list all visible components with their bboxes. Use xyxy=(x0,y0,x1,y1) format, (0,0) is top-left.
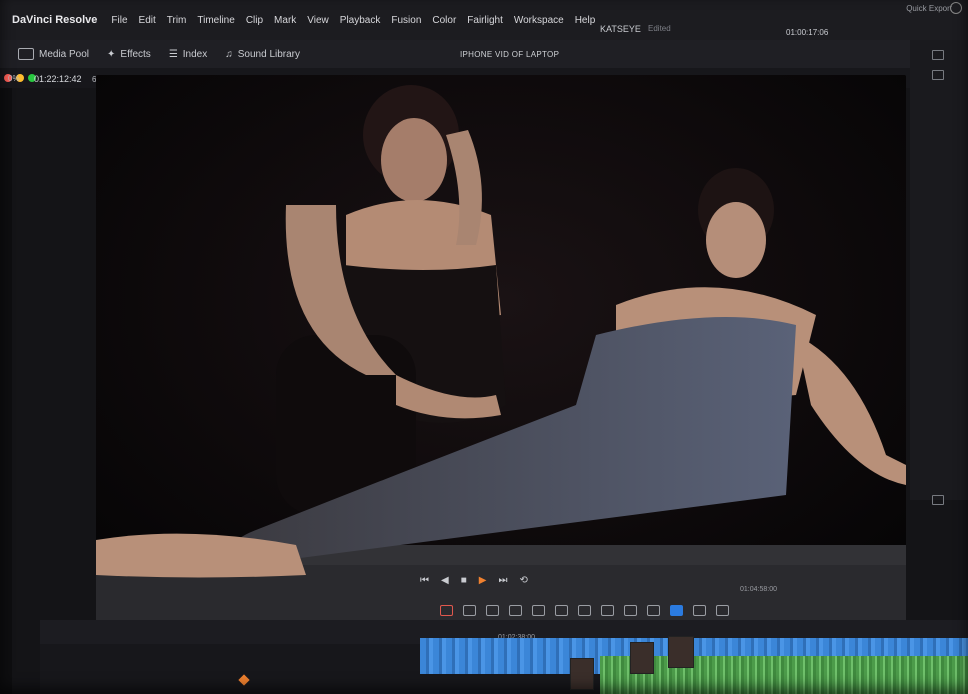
list-icon: ☰ xyxy=(168,48,178,60)
sound-library-button[interactable]: ♫ Sound Library xyxy=(225,49,300,60)
flag-icon[interactable] xyxy=(670,604,683,616)
snapping-icon[interactable] xyxy=(601,604,614,616)
clip-thumbnail[interactable] xyxy=(668,636,694,668)
panel-icon[interactable] xyxy=(932,70,944,80)
index-label: Index xyxy=(182,48,208,60)
index-button[interactable]: ☰ Index xyxy=(169,49,207,60)
timeline[interactable]: 01:02:38:00 01:04:58:00 xyxy=(40,586,968,694)
menu-file[interactable]: File xyxy=(111,15,127,26)
project-status: Edited xyxy=(648,24,671,33)
inspector-panel-edge xyxy=(910,40,968,505)
clip-title: IPHONE VID OF LAPTOP xyxy=(460,50,560,59)
menu-view[interactable]: View xyxy=(307,15,329,26)
music-icon: ♫ xyxy=(225,48,233,60)
monitor-bezel xyxy=(0,88,12,694)
selection-tool-icon[interactable] xyxy=(440,604,453,616)
effects-icon: ✦ xyxy=(107,48,116,60)
effects-button[interactable]: ✦ Effects xyxy=(107,49,151,60)
menu-fusion[interactable]: Fusion xyxy=(391,15,421,26)
jump-end-icon[interactable]: ⏭ xyxy=(498,575,507,586)
menu-mark[interactable]: Mark xyxy=(274,15,296,26)
app-name[interactable]: DaVinci Resolve xyxy=(12,14,97,26)
menu-clip[interactable]: Clip xyxy=(246,15,263,26)
jump-start-icon[interactable]: ⏮ xyxy=(420,575,429,586)
stop-icon[interactable]: ■ xyxy=(461,575,467,586)
video-frame-image xyxy=(96,75,906,640)
menu-edit[interactable]: Edit xyxy=(139,15,156,26)
panel-icon[interactable] xyxy=(932,50,944,60)
menu-timeline[interactable]: Timeline xyxy=(197,15,234,26)
play-icon[interactable]: ▶ xyxy=(479,575,487,586)
viewer-timecode: 01:00:17:06 xyxy=(786,28,829,37)
zoom-level[interactable]: 0% xyxy=(8,74,20,83)
rewind-icon[interactable]: ◀ xyxy=(441,575,449,586)
menu-workspace[interactable]: Workspace xyxy=(514,15,564,26)
timeline-timecode: 01:22:12:42 xyxy=(34,74,82,84)
dynamic-trim-icon[interactable] xyxy=(486,604,499,616)
media-pool-button[interactable]: Media Pool xyxy=(18,48,89,60)
media-pool-icon xyxy=(18,48,34,60)
resolve-window: DaVinci Resolve File Edit Trim Timeline … xyxy=(0,0,968,694)
menu-trim[interactable]: Trim xyxy=(167,15,187,26)
sound-library-label: Sound Library xyxy=(237,48,301,60)
quick-export-button[interactable]: Quick Export xyxy=(906,4,952,13)
media-pool-label: Media Pool xyxy=(39,48,90,60)
insert-clip-icon[interactable] xyxy=(532,604,545,616)
edit-toolbar xyxy=(440,600,880,620)
clip-thumbnail[interactable] xyxy=(630,642,654,674)
menu-color[interactable]: Color xyxy=(432,15,456,26)
menu-help[interactable]: Help xyxy=(575,15,596,26)
clip-thumbnail[interactable] xyxy=(570,658,594,690)
project-name: KATSEYE xyxy=(600,24,641,34)
toolbar: Media Pool ✦ Effects ☰ Index ♫ Sound Lib… xyxy=(0,24,968,68)
gear-icon[interactable] xyxy=(950,2,962,14)
menu-fairlight[interactable]: Fairlight xyxy=(467,15,503,26)
replace-clip-icon[interactable] xyxy=(578,604,591,616)
ruler-timecode: 01:04:58:00 xyxy=(740,586,777,593)
playhead[interactable] xyxy=(238,674,250,686)
panel-icon[interactable] xyxy=(932,495,944,505)
menu-playback[interactable]: Playback xyxy=(340,15,381,26)
marker-icon[interactable] xyxy=(693,604,706,616)
zoom-icon[interactable] xyxy=(716,604,729,616)
audio-track[interactable] xyxy=(600,656,968,694)
effects-label: Effects xyxy=(120,48,151,60)
loop-icon[interactable]: ⟲ xyxy=(519,575,527,586)
position-lock-icon[interactable] xyxy=(647,604,660,616)
blade-tool-icon[interactable] xyxy=(509,604,522,616)
video-viewer[interactable] xyxy=(96,75,906,640)
linked-selection-icon[interactable] xyxy=(624,604,637,616)
trim-tool-icon[interactable] xyxy=(463,604,476,616)
overwrite-clip-icon[interactable] xyxy=(555,604,568,616)
